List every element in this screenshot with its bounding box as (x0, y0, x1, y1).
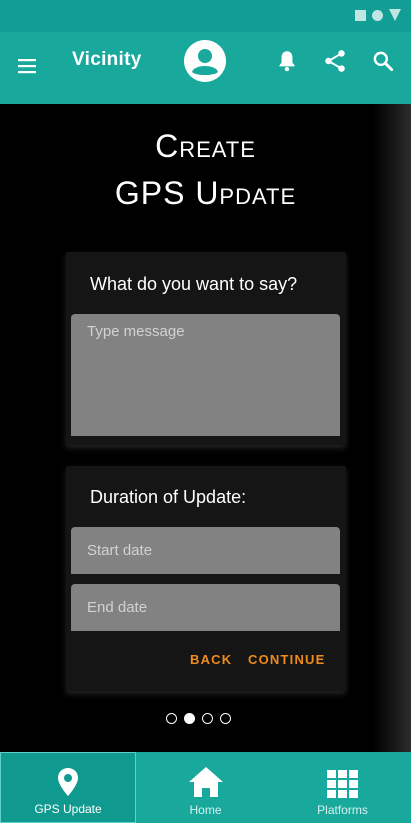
menu-icon[interactable] (16, 54, 40, 78)
app-bar: Vicinity (0, 32, 411, 104)
page-title-line2: GPS Update (114, 175, 297, 211)
step-dot-4[interactable] (220, 713, 231, 724)
share-icon[interactable] (322, 48, 348, 74)
duration-card: Duration of Update: BACK CONTINUE (66, 466, 346, 691)
notification-bell-icon[interactable] (274, 48, 300, 74)
status-bar (0, 0, 411, 32)
step-dot-1[interactable] (166, 713, 177, 724)
nav-platforms-label: Platforms (317, 803, 368, 817)
grid-icon (326, 770, 358, 798)
signal-icon (389, 9, 401, 21)
nav-gps-label: GPS Update (34, 802, 102, 816)
start-date-field[interactable] (71, 527, 340, 574)
back-button[interactable]: BACK (190, 652, 232, 667)
nav-home-label: Home (189, 803, 222, 817)
continue-button[interactable]: CONTINUE (248, 652, 326, 667)
end-date-field[interactable] (71, 584, 340, 631)
nav-platforms[interactable]: Platforms (274, 752, 411, 823)
avatar-icon[interactable] (184, 40, 226, 82)
message-card: What do you want to say? (66, 252, 346, 445)
nav-home[interactable]: Home (137, 752, 274, 823)
bottom-navigation: GPS Update Home Platforms (0, 752, 411, 823)
notification-square-icon (355, 9, 366, 21)
step-indicator (166, 713, 231, 724)
circle-status-icon (372, 9, 383, 21)
app-title: Vicinity (72, 49, 142, 70)
step-dot-2[interactable] (184, 713, 195, 724)
step-dot-3[interactable] (202, 713, 213, 724)
search-icon[interactable] (370, 48, 396, 74)
message-input[interactable] (71, 314, 340, 436)
location-pin-icon (58, 768, 78, 796)
nav-gps-update[interactable]: GPS Update (0, 752, 136, 823)
home-icon (188, 767, 223, 797)
message-heading: What do you want to say? (90, 274, 298, 294)
duration-heading: Duration of Update: (90, 487, 247, 507)
page-title-line1: Create (155, 128, 256, 164)
status-icons (355, 9, 401, 21)
